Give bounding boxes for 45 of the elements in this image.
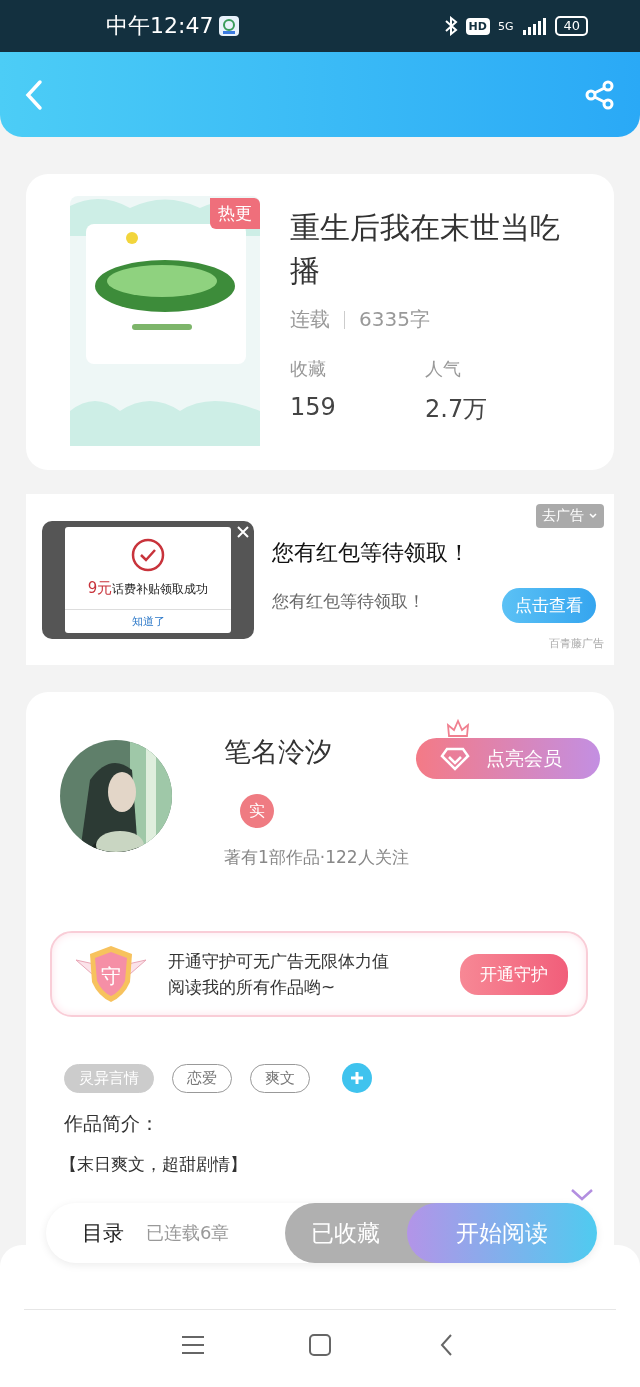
- intro-text: 【末日爽文，超甜剧情】: [60, 1153, 248, 1176]
- remove-ads-button[interactable]: 去广告: [536, 504, 604, 528]
- ad-subtitle: 您有红包等待领取！: [272, 590, 426, 613]
- word-count: 6335字: [359, 306, 430, 333]
- intro-heading: 作品简介：: [64, 1111, 160, 1136]
- verified-badge: 实: [240, 794, 274, 828]
- stat-value: 159: [290, 393, 337, 421]
- hd-indicator: HD: [465, 17, 490, 35]
- network-type: 5G: [497, 19, 514, 33]
- author-stats: 著有1部作品·122人关注: [224, 846, 409, 869]
- view-button[interactable]: 点击查看: [502, 588, 596, 623]
- shield-label: 守: [101, 964, 121, 988]
- book-title: 重生后我在末世当吃播: [290, 209, 560, 290]
- chapter-count: 已连载6章: [146, 1221, 230, 1245]
- close-icon: [236, 524, 250, 539]
- clock: 中午12:47: [106, 12, 214, 40]
- diamond-icon: [440, 746, 470, 771]
- author-name: 笔名泠汐: [224, 735, 333, 769]
- guard-button[interactable]: 开通守护: [460, 953, 568, 995]
- signal-icon: [521, 17, 548, 35]
- bluetooth-icon: [443, 16, 458, 36]
- home-icon[interactable]: [307, 1332, 333, 1358]
- collect-button[interactable]: 已收藏: [285, 1203, 407, 1263]
- expand-icon[interactable]: [570, 1188, 594, 1202]
- catalog-button[interactable]: 目录: [82, 1219, 124, 1247]
- stat-label: 人气: [425, 357, 462, 381]
- check-icon: [130, 536, 166, 573]
- ad-banner[interactable]: 9元话费补贴领取成功 知道了 您有红包等待领取！ 您有红包等待领取！ 去广告 点击查看 百青藤广告: [26, 494, 614, 665]
- dialog-button: 知道了: [65, 608, 231, 633]
- share-icon[interactable]: [584, 78, 616, 111]
- add-icon[interactable]: [342, 1063, 372, 1093]
- vip-button[interactable]: 点亮会员: [416, 738, 600, 779]
- caret-icon: [588, 512, 598, 520]
- stat-label: 收藏: [290, 357, 327, 381]
- app-icon: [219, 16, 240, 36]
- read-button[interactable]: 开始阅读: [407, 1203, 597, 1263]
- dialog-message: 9元话费补贴领取成功: [87, 578, 209, 598]
- crown-icon: [446, 718, 470, 738]
- stat-value: 2.7万: [425, 394, 489, 425]
- battery-level: 40: [555, 16, 588, 36]
- hot-badge: 热更: [210, 198, 260, 229]
- ad-title: 您有红包等待领取！: [272, 539, 471, 567]
- ad-source: 百青藤广告: [549, 636, 604, 651]
- serial-status: 连载: [290, 306, 330, 333]
- guard-description: 开通守护可无广告无限体力值 阅读我的所有作品哟~: [168, 950, 389, 999]
